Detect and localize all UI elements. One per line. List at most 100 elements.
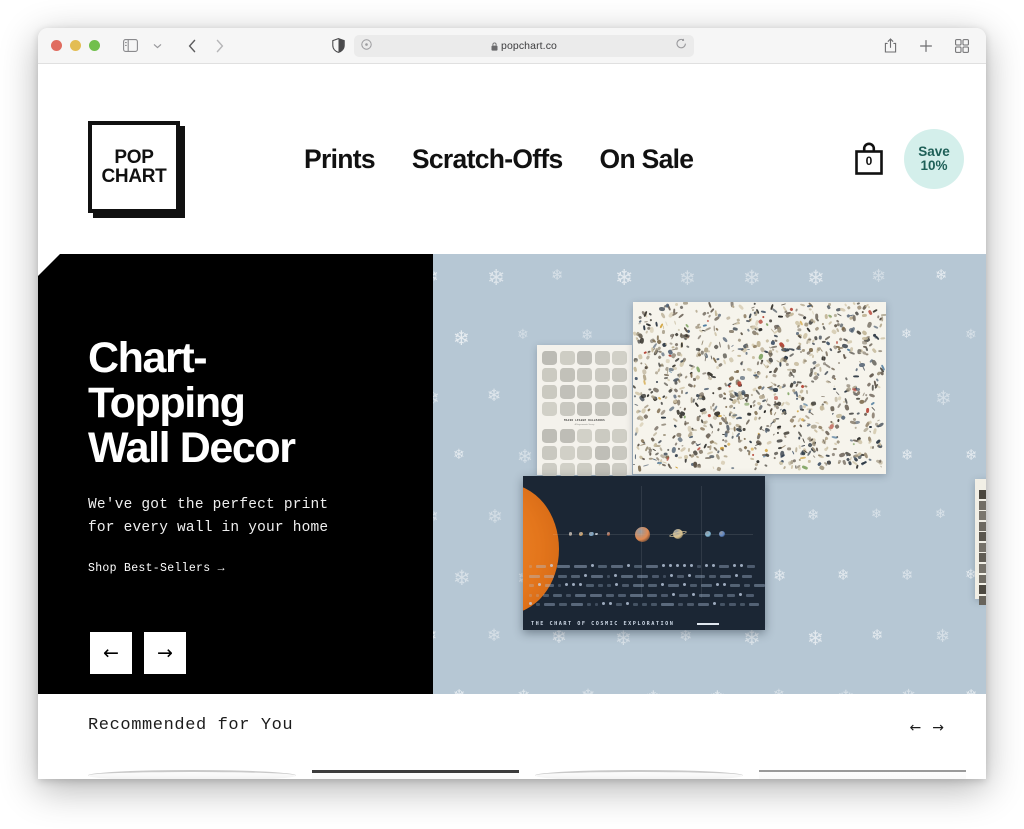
snowflake-icon: ❄ <box>453 447 465 463</box>
chevron-down-icon[interactable] <box>145 35 169 57</box>
bird-specimen <box>809 411 815 416</box>
nav-on-sale[interactable]: On Sale <box>600 144 694 175</box>
bird-specimen <box>765 339 769 343</box>
bird-specimen <box>825 401 829 405</box>
promo-badge-line-2: 10% <box>920 158 948 173</box>
recommended-next-arrow[interactable]: → <box>932 720 944 736</box>
bird-specimen <box>695 309 699 314</box>
address-bar[interactable]: popchart.co <box>354 35 694 57</box>
product-card[interactable] <box>535 770 743 779</box>
bird-specimen <box>697 333 702 340</box>
bird-specimen <box>736 369 740 374</box>
bird-specimen <box>758 415 762 420</box>
bird-specimen <box>855 426 858 429</box>
snowflake-icon: ❄ <box>965 327 977 343</box>
hero-subtext: We've got the perfect print for every wa… <box>88 497 329 537</box>
nav-prints[interactable]: Prints <box>304 144 376 175</box>
bird-specimen <box>718 313 722 318</box>
hero-image-panel[interactable]: ❄❄❄❄❄❄❄❄❄❄❄❄❄❄❄❄❄❄❄❄❄❄❄❄❄❄❄❄❄❄❄❄❄❄❄❄❄❄❄❄… <box>433 254 986 694</box>
bird-specimen <box>800 444 805 448</box>
minimize-button[interactable] <box>70 40 81 51</box>
maximize-button[interactable] <box>89 40 100 51</box>
bird-specimen <box>757 327 763 332</box>
ballpark-thumb <box>612 351 627 366</box>
bird-specimen <box>684 391 689 395</box>
bird-specimen <box>805 389 808 394</box>
bird-specimen <box>707 313 712 318</box>
bird-specimen <box>855 367 859 372</box>
promo-badge[interactable]: Save 10% <box>904 129 964 189</box>
bird-specimen <box>852 314 856 321</box>
mission-marker <box>688 573 692 577</box>
bird-specimen <box>758 403 764 410</box>
bird-specimen <box>797 313 804 318</box>
bird-specimen <box>728 356 735 363</box>
plus-icon[interactable] <box>914 35 938 57</box>
bird-specimen <box>730 349 735 352</box>
bird-specimen <box>725 315 731 321</box>
bird-specimen <box>742 428 746 432</box>
bird-specimen <box>770 341 775 346</box>
mission-marker <box>662 564 666 568</box>
bird-specimen <box>669 467 672 470</box>
bird-specimen <box>752 344 757 349</box>
privacy-shield-icon[interactable] <box>332 38 345 58</box>
ballpark-thumb <box>594 401 610 417</box>
snowflake-icon: ❄ <box>487 626 502 646</box>
bird-specimen <box>860 461 867 466</box>
recommended-prev-arrow[interactable]: ← <box>910 720 922 736</box>
snowflake-icon: ❄ <box>581 326 594 344</box>
product-card[interactable] <box>758 770 966 779</box>
sidebar-toggle-icon[interactable] <box>118 35 142 57</box>
bird-specimen <box>838 337 843 342</box>
mission-marker <box>661 583 665 587</box>
bird-specimen <box>727 421 733 426</box>
product-card[interactable] <box>311 770 519 779</box>
forward-chevron-icon[interactable] <box>207 35 231 57</box>
bird-specimen <box>863 451 869 459</box>
poster-ballparks[interactable]: MAJOR LEAGUE BALLPARKS A Diagrammatic Su… <box>537 345 632 495</box>
back-chevron-icon[interactable] <box>180 35 204 57</box>
toolbar-right-group <box>878 35 974 57</box>
bird-specimen <box>695 464 702 469</box>
bird-specimen <box>819 455 825 459</box>
bird-specimen <box>761 453 766 456</box>
bird-specimen <box>832 447 838 451</box>
share-icon[interactable] <box>878 35 902 57</box>
tab-overview-icon[interactable] <box>950 35 974 57</box>
browser-toolbar: popchart.co <box>38 28 986 64</box>
bird-specimen <box>852 390 855 394</box>
bird-specimen <box>659 312 666 320</box>
ballpark-thumb <box>542 401 557 417</box>
hero-next-button[interactable]: → <box>142 630 192 680</box>
reader-view-icon[interactable] <box>361 37 372 55</box>
bird-specimen <box>714 310 717 316</box>
product-card[interactable] <box>88 770 296 779</box>
bird-specimen <box>744 418 750 425</box>
bird-specimen <box>653 425 659 432</box>
bird-specimen <box>782 383 787 387</box>
bird-specimen <box>722 359 727 366</box>
nav-scratch-offs[interactable]: Scratch-Offs <box>412 144 563 175</box>
poster-parks[interactable]: NATIONAL PARKS OF THE UNITED STATES <box>975 479 986 605</box>
bird-specimen <box>677 399 681 406</box>
mission-marker <box>669 564 673 568</box>
bird-specimen <box>661 416 667 419</box>
snowflake-icon: ❄ <box>901 327 912 342</box>
poster-birds[interactable] <box>633 302 886 474</box>
mission-marker <box>690 564 694 568</box>
shop-best-sellers-link[interactable]: Shop Best-Sellers → <box>88 562 225 575</box>
poster-cosmic[interactable]: THE CHART OF COSMIC EXPLORATION <box>523 476 765 630</box>
hero-prev-button[interactable]: ← <box>88 630 138 680</box>
bird-specimen <box>740 332 744 336</box>
bird-specimen <box>663 451 668 456</box>
mission-marker <box>550 564 554 568</box>
bird-specimen <box>753 416 758 421</box>
cart-button[interactable]: 0 <box>852 141 886 177</box>
close-button[interactable] <box>51 40 62 51</box>
reload-icon[interactable] <box>676 37 687 55</box>
planet <box>589 531 594 537</box>
bird-specimen <box>657 362 662 368</box>
pop-chart-logo[interactable]: POP CHART <box>88 121 185 218</box>
bird-specimen <box>754 462 759 467</box>
